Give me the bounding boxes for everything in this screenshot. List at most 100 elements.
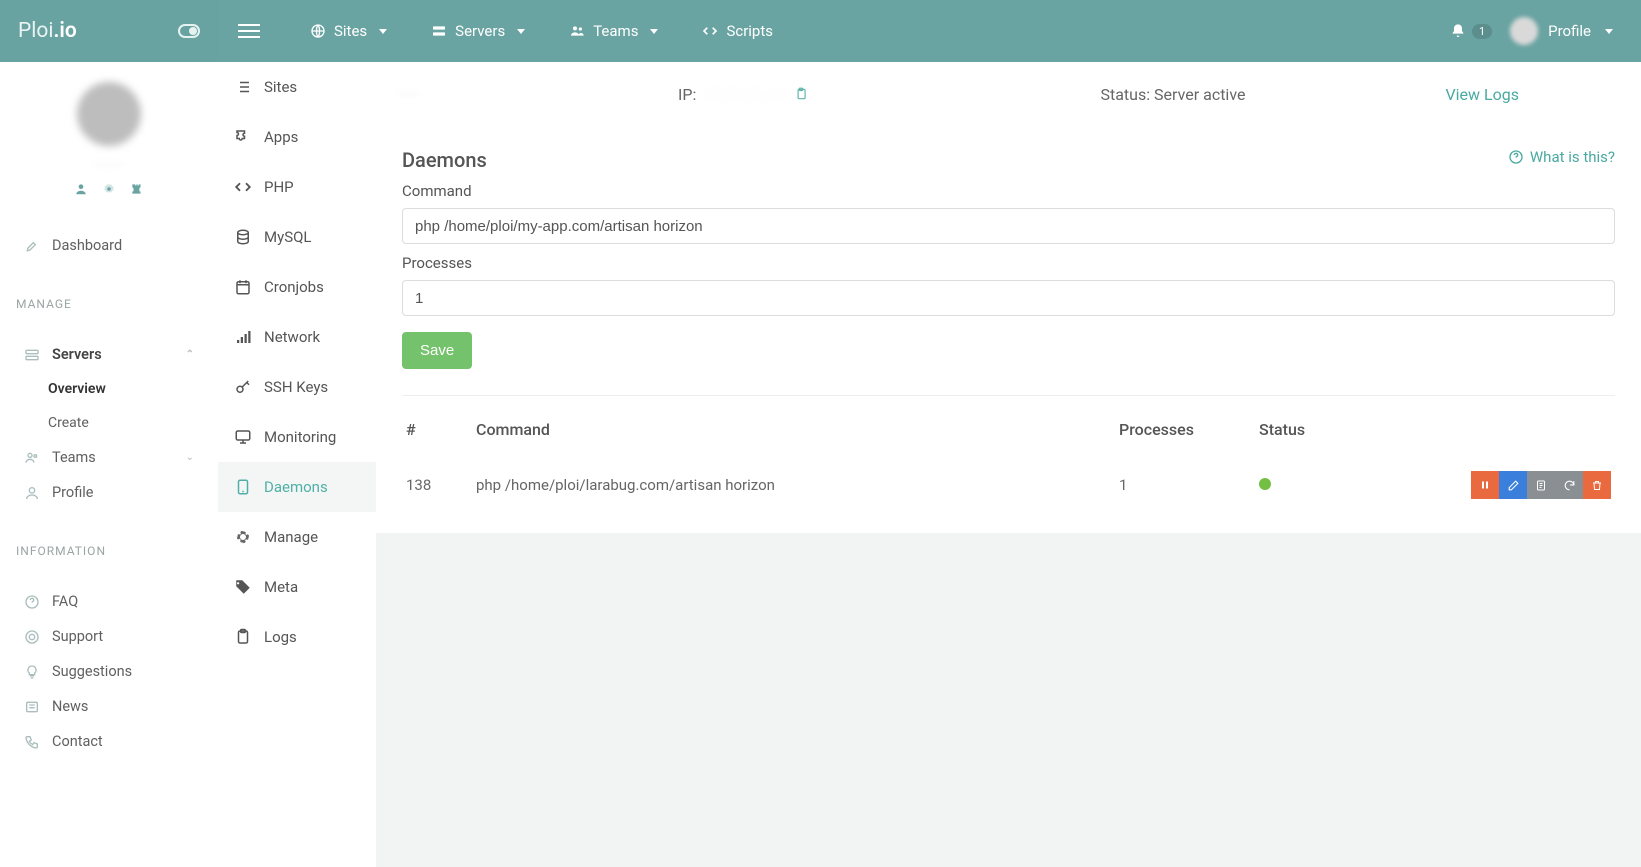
subnav-label: Apps (264, 128, 298, 146)
list-icon (234, 78, 252, 96)
subnav-label: MySQL (264, 228, 312, 246)
question-icon (24, 594, 40, 610)
avatar (77, 82, 141, 146)
processes-label: Processes (402, 254, 1615, 272)
table-row: 138 php /home/ploi/larabug.com/artisan h… (402, 459, 1615, 511)
subnav-label: Manage (264, 528, 318, 546)
subnav-sshkeys[interactable]: SSH Keys (218, 362, 376, 412)
subnav-meta[interactable]: Meta (218, 562, 376, 612)
subnav-network[interactable]: Network (218, 312, 376, 362)
gear-icon[interactable] (102, 182, 116, 196)
sidebar-profile[interactable]: Profile (0, 475, 218, 510)
topbar-right: 1 Profile (1450, 0, 1641, 62)
sidebar-servers-create[interactable]: Create (0, 406, 218, 440)
ip-label: IP: (678, 85, 696, 104)
edit-button[interactable] (1499, 471, 1527, 499)
subnav-daemons[interactable]: Daemons (218, 462, 376, 512)
nav-label: Scripts (726, 22, 773, 40)
user-icon[interactable] (74, 182, 88, 196)
sidebar-teams[interactable]: Teams ⌄ (0, 440, 218, 475)
chevron-down-icon (1605, 29, 1613, 34)
subnav-sites[interactable]: Sites (218, 62, 376, 112)
nav-sites[interactable]: Sites (292, 22, 405, 40)
subnav-monitoring[interactable]: Monitoring (218, 412, 376, 462)
view-logs-link[interactable]: View Logs (1445, 85, 1519, 104)
sidebar-label: Create (48, 415, 89, 431)
nav-label: Servers (455, 22, 505, 40)
news-icon (24, 699, 40, 715)
server-subnav: Sites Apps PHP MySQL Cronjobs Network SS… (218, 62, 376, 867)
command-input[interactable] (402, 208, 1615, 244)
sidebar-suggestions[interactable]: Suggestions (0, 654, 218, 689)
server-icon (431, 23, 447, 39)
sidebar-news[interactable]: News (0, 689, 218, 724)
sidebar-label: Support (52, 628, 103, 645)
col-command: Command (472, 410, 1115, 459)
user-icon (24, 485, 40, 501)
monitor-icon (234, 428, 252, 446)
sidebar-servers-overview[interactable]: Overview (0, 372, 218, 406)
restart-button[interactable] (1555, 471, 1583, 499)
subnav-apps[interactable]: Apps (218, 112, 376, 162)
users-icon (569, 23, 585, 39)
nav-servers[interactable]: Servers (413, 22, 543, 40)
cell-status (1255, 459, 1455, 511)
command-label: Command (402, 182, 1615, 200)
chevron-down-icon (517, 29, 525, 34)
cell-processes: 1 (1115, 459, 1255, 511)
sidebar-user: ······ (0, 62, 218, 210)
subnav-cronjobs[interactable]: Cronjobs (218, 262, 376, 312)
signal-icon (234, 328, 252, 346)
server-bar: ····· IP: ···.···.···.··· Status: Server… (376, 62, 1641, 126)
subnav-manage[interactable]: Manage (218, 512, 376, 562)
subnav-label: PHP (264, 178, 294, 196)
subnav-label: Network (264, 328, 320, 346)
globe-icon (310, 23, 326, 39)
what-is-this-link[interactable]: What is this? (1508, 148, 1615, 166)
nav-scripts[interactable]: Scripts (684, 22, 791, 40)
pause-button[interactable] (1471, 471, 1499, 499)
notifications-badge: 1 (1472, 24, 1492, 39)
theme-toggle[interactable] (178, 24, 200, 38)
lightbulb-icon (24, 664, 40, 680)
brand[interactable]: Ploi.io (0, 0, 218, 62)
clipboard-icon[interactable] (794, 86, 808, 102)
cell-command: php /home/ploi/larabug.com/artisan horiz… (472, 459, 1115, 511)
clipboard-icon (234, 628, 252, 646)
profile-menu[interactable]: Profile (1510, 17, 1613, 45)
rocket-icon (24, 238, 40, 254)
row-actions (1459, 471, 1611, 499)
sidebar-label: Profile (52, 484, 93, 501)
hamburger-icon[interactable] (238, 24, 260, 38)
sidebar-servers[interactable]: Servers ⌃ (0, 337, 218, 372)
nav-teams[interactable]: Teams (551, 22, 676, 40)
log-button[interactable] (1527, 471, 1555, 499)
col-processes: Processes (1115, 410, 1255, 459)
save-button[interactable]: Save (402, 332, 472, 369)
sidebar-support[interactable]: Support (0, 619, 218, 654)
ip-value: ···.···.···.··· (706, 85, 784, 104)
subnav-mysql[interactable]: MySQL (218, 212, 376, 262)
chess-rook-icon[interactable] (130, 182, 144, 196)
sidebar-label: Overview (48, 381, 106, 397)
left-sidebar: ······ Dashboard MANAGE Servers ⌃ (0, 62, 218, 867)
subnav-php[interactable]: PHP (218, 162, 376, 212)
delete-button[interactable] (1583, 471, 1611, 499)
subnav-logs[interactable]: Logs (218, 612, 376, 662)
key-icon (234, 378, 252, 396)
sidebar-dashboard[interactable]: Dashboard (0, 228, 218, 263)
topnav: Sites Servers Teams Scripts (218, 0, 1450, 62)
users-icon (24, 450, 40, 466)
daemons-panel: Daemons What is this? Command Processes … (376, 126, 1641, 533)
brand-text: Ploi.io (18, 19, 77, 43)
nav-label: Teams (593, 22, 638, 40)
subnav-label: Cronjobs (264, 278, 324, 296)
subnav-label: SSH Keys (264, 378, 328, 396)
lifebuoy-icon (24, 629, 40, 645)
chevron-up-icon: ⌃ (186, 349, 194, 360)
sidebar-contact[interactable]: Contact (0, 724, 218, 759)
processes-input[interactable] (402, 280, 1615, 316)
bell-icon (1450, 23, 1466, 39)
notifications[interactable]: 1 (1450, 23, 1492, 39)
sidebar-faq[interactable]: FAQ (0, 584, 218, 619)
